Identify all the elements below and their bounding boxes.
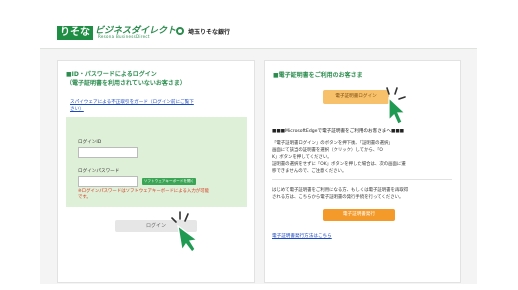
spyware-guard-link-cont[interactable]: さい） (70, 106, 84, 113)
bank-name: 埼玉りそな銀行 (188, 29, 231, 36)
pointer-cursor-icon (171, 211, 199, 253)
pointer-cursor-icon (386, 87, 407, 125)
edge-notice-line: 証明書の選択をせずに「OK」ボタンを押した場合は、次の画面に遷 (272, 162, 406, 167)
id-login-subtitle: （電子証明書を利用されていないお客さま） (66, 80, 186, 87)
click-burst-icon (386, 87, 406, 100)
issue-notice-line: はじめて電子証明書をご利用になる方、もしくは電子証明書を再取得 (272, 188, 409, 193)
edge-notice-line: 「電子証明書ログイン」のボタンを押下後、「証明書の選択」 (272, 141, 393, 146)
header: りそな ビジネスダイレクト Resona BusinessDirect 埼玉りそ… (40, 12, 477, 49)
software-keyboard-button[interactable]: ソフトウェアキーボードを開く (142, 178, 196, 185)
edge-notice-line: 移できませんので、ご注意ください。 (272, 169, 347, 174)
pointer-arrow (388, 96, 407, 125)
saitama-bank-mark-icon (176, 27, 184, 35)
spyware-guard-link[interactable]: スパイウェアによる不正取引をガード（ログイン前にご覧下 (70, 99, 194, 106)
edge-notice-heading: ■■■MicrosoftEdgeで電子証明書をご利用のお客さまへ■■■ (272, 129, 405, 134)
divider (272, 179, 452, 180)
edge-notice-line: K」ボタンを押してください。 (272, 155, 332, 160)
resona-logo-icon[interactable]: りそな (57, 26, 93, 40)
password-input[interactable] (78, 176, 138, 187)
certificate-login-panel: ■電子証明書をご利用のお客さま 電子証明書ログイン ■■■MicrosoftEd… (264, 60, 461, 283)
id-password-login-panel: ■ID・パスワードによるログイン （電子証明書を利用されていないお客さま） スパ… (57, 60, 255, 283)
password-label: ログインパスワード (78, 169, 120, 174)
login-id-input[interactable] (78, 147, 138, 158)
certificate-title: ■電子証明書をご利用のお客さま (273, 72, 363, 79)
issue-notice-line: される方は、こちらから電子証明書の発行手続を行ってください。 (272, 195, 404, 200)
password-warning-text: ※ログインパスワードはソフトウェアキーボードによる入力が可能 (78, 189, 209, 194)
click-burst-icon (171, 211, 189, 223)
login-form-box: ログインID ログインパスワード ソフトウェアキーボードを開く ※ログインパスワ… (66, 117, 247, 207)
edge-notice-line: 画面にて該当の証明書を選択（クリック）してから、「O (272, 148, 383, 153)
password-warning-text-cont: です。 (78, 195, 91, 200)
pointer-arrow (177, 224, 199, 253)
issue-certificate-button[interactable]: 電子証明書発行 (323, 209, 395, 221)
issue-method-link[interactable]: 電子証明書発行方法はこちら (272, 233, 332, 240)
id-login-title: ■ID・パスワードによるログイン (66, 71, 157, 78)
logo-subtitle-en: Resona BusinessDirect (98, 34, 150, 39)
login-id-label: ログインID (78, 140, 102, 145)
